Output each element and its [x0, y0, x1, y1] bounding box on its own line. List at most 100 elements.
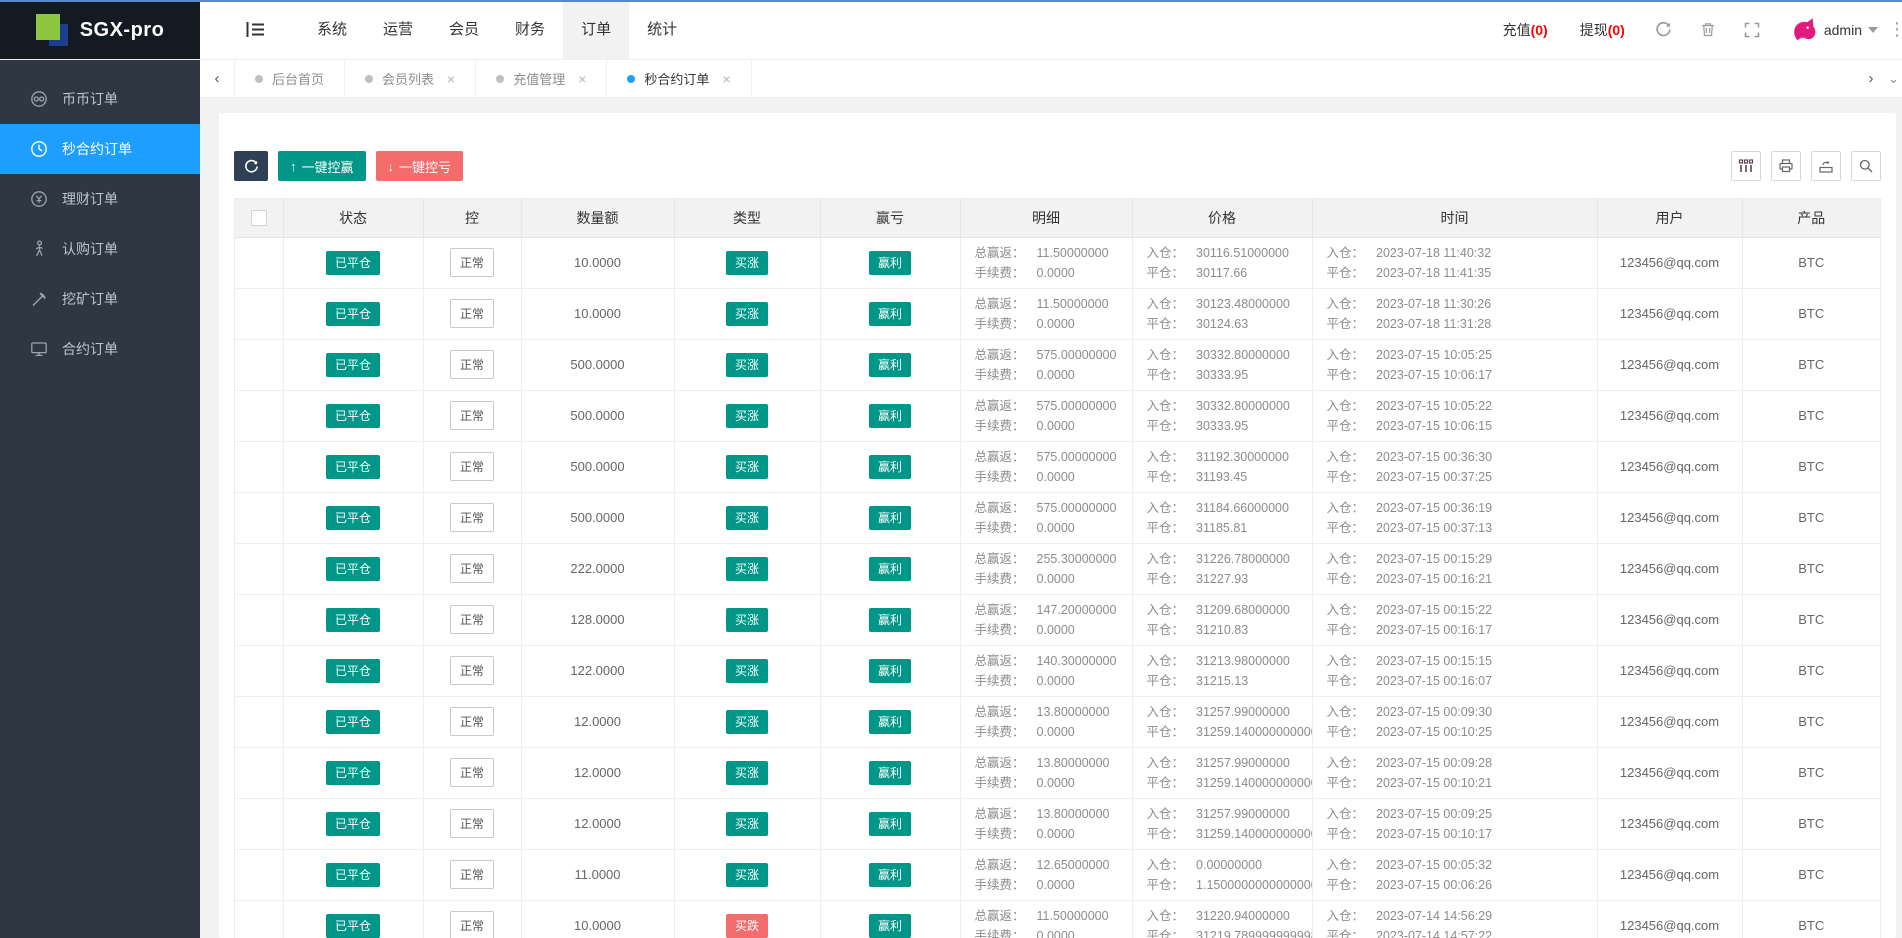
export-button[interactable] [1811, 151, 1841, 181]
price-close-label: 平仓： [1147, 878, 1185, 892]
row-select-cell[interactable] [235, 747, 283, 798]
recharge-label: 充值 [1503, 22, 1531, 38]
recharge-link[interactable]: 充值(0) [1487, 0, 1564, 60]
sidebar-menu: 币币订单 秒合约订单 理财订单 认购订单 [0, 60, 200, 374]
amount-cell: 12.0000 [521, 798, 674, 849]
control-button[interactable]: 正常 [450, 707, 494, 736]
control-button[interactable]: 正常 [450, 299, 494, 328]
coins-icon [30, 90, 48, 108]
type-badge: 买涨 [726, 608, 768, 632]
control-button[interactable]: 正常 [450, 656, 494, 685]
detail-win-value: 575.00000000 [1037, 450, 1117, 464]
row-select-cell[interactable] [235, 849, 283, 900]
tabs-scroll-right-icon[interactable]: › [1854, 60, 1888, 97]
row-select-cell[interactable] [235, 237, 283, 288]
sidebar-item-coin-orders[interactable]: 币币订单 [0, 74, 200, 124]
control-button[interactable]: 正常 [450, 554, 494, 583]
force-lose-button[interactable]: ↓ 一键控亏 [376, 151, 464, 181]
control-button[interactable]: 正常 [450, 605, 494, 634]
refresh-icon[interactable] [1641, 21, 1686, 38]
header-control: 控 [423, 199, 521, 237]
tab-dashboard[interactable]: 后台首页 [235, 60, 345, 97]
control-button[interactable]: 正常 [450, 350, 494, 379]
type-badge: 买涨 [726, 659, 768, 683]
print-button[interactable] [1771, 151, 1801, 181]
row-select-cell[interactable] [235, 288, 283, 339]
control-button[interactable]: 正常 [450, 860, 494, 889]
sidebar-item-wealth-orders[interactable]: 理财订单 [0, 174, 200, 224]
menu-item-system[interactable]: 系统 [299, 0, 365, 59]
columns-icon [1738, 158, 1754, 174]
tabs-menu-icon[interactable]: ⌄ [1888, 60, 1902, 97]
control-button[interactable]: 正常 [450, 248, 494, 277]
detail-cell: 总赢返：140.30000000 手续费：0.0000 [960, 645, 1132, 696]
select-all-checkbox[interactable] [251, 210, 267, 226]
row-select-cell[interactable] [235, 696, 283, 747]
row-select-cell[interactable] [235, 543, 283, 594]
row-select-cell[interactable] [235, 339, 283, 390]
menu-item-finance[interactable]: 财务 [497, 0, 563, 59]
tab-second-contract-orders[interactable]: 秒合约订单 × [607, 60, 751, 97]
price-close-value: 31219.789999999998 [1196, 929, 1311, 938]
user-cell: 123456@qq.com [1597, 849, 1742, 900]
row-select-cell[interactable] [235, 441, 283, 492]
menu-item-operation[interactable]: 运营 [365, 0, 431, 59]
tab-close-icon[interactable]: × [578, 71, 586, 87]
search-button[interactable] [1851, 151, 1881, 181]
row-select-cell[interactable] [235, 594, 283, 645]
sidebar-item-second-contract-orders[interactable]: 秒合约订单 [0, 124, 200, 174]
row-select-cell[interactable] [235, 900, 283, 938]
table-refresh-button[interactable] [234, 151, 268, 181]
detail-win-label: 总赢返： [975, 858, 1025, 872]
sidebar-item-subscribe-orders[interactable]: 认购订单 [0, 224, 200, 274]
control-button[interactable]: 正常 [450, 452, 494, 481]
amount-cell: 10.0000 [521, 900, 674, 938]
price-close-value: 31227.93 [1196, 572, 1248, 586]
user-avatar-unicorn[interactable] [1788, 15, 1818, 45]
sidebar-item-contract-orders[interactable]: 合约订单 [0, 324, 200, 374]
tab-close-icon[interactable]: × [447, 71, 455, 87]
result-badge: 赢利 [869, 404, 911, 428]
price-cell: 入仓：30116.51000000 平仓：30117.66 [1132, 237, 1312, 288]
menu-item-orders[interactable]: 订单 [563, 0, 629, 59]
row-select-cell[interactable] [235, 390, 283, 441]
control-button[interactable]: 正常 [450, 758, 494, 787]
top-navbar: SGX-pro 系统 运营 会员 财务 订单 统计 充值(0) 提现(0) [0, 0, 1902, 60]
table-row: 已平仓 正常 11.0000 买涨 赢利 总赢返：12.65000000 手续费… [235, 849, 1880, 900]
table-row: 已平仓 正常 500.0000 买涨 赢利 总赢返：575.00000000 手… [235, 492, 1880, 543]
tabs-scroll-left-icon[interactable]: ‹ [200, 60, 234, 97]
row-select-cell[interactable] [235, 645, 283, 696]
force-win-button[interactable]: ↑ 一键控赢 [278, 151, 366, 181]
detail-fee-value: 0.0000 [1037, 623, 1075, 637]
menu-item-stats[interactable]: 统计 [629, 0, 695, 59]
tab-member-list[interactable]: 会员列表 × [345, 60, 476, 97]
amount-cell: 500.0000 [521, 339, 674, 390]
control-button[interactable]: 正常 [450, 503, 494, 532]
filter-columns-button[interactable] [1731, 151, 1761, 181]
row-select-cell[interactable] [235, 798, 283, 849]
time-open-label: 入仓： [1327, 399, 1365, 413]
price-open-label: 入仓： [1147, 450, 1185, 464]
withdraw-link[interactable]: 提现(0) [1564, 0, 1641, 60]
user-cell: 123456@qq.com [1597, 288, 1742, 339]
detail-fee-value: 0.0000 [1037, 674, 1075, 688]
detail-win-value: 140.30000000 [1037, 654, 1117, 668]
control-button[interactable]: 正常 [450, 809, 494, 838]
tab-recharge-mgmt[interactable]: 充值管理 × [476, 60, 607, 97]
user-cell: 123456@qq.com [1597, 339, 1742, 390]
detail-win-label: 总赢返： [975, 246, 1025, 260]
control-button[interactable]: 正常 [450, 401, 494, 430]
detail-fee-value: 0.0000 [1037, 725, 1075, 739]
sidebar-item-mining-orders[interactable]: 挖矿订单 [0, 274, 200, 324]
user-menu-caret-icon[interactable] [1868, 27, 1878, 33]
collapse-menu-icon[interactable] [242, 0, 269, 59]
menu-item-member[interactable]: 会员 [431, 0, 497, 59]
trash-icon[interactable] [1686, 21, 1730, 38]
user-name[interactable]: admin [1824, 22, 1868, 38]
row-select-cell[interactable] [235, 492, 283, 543]
price-open-value: 31257.99000000 [1196, 807, 1290, 821]
tab-close-icon[interactable]: × [722, 71, 730, 87]
fullscreen-icon[interactable] [1730, 22, 1774, 38]
control-button[interactable]: 正常 [450, 911, 494, 938]
navbar-more-icon[interactable]: ⋮ [1888, 19, 1902, 40]
